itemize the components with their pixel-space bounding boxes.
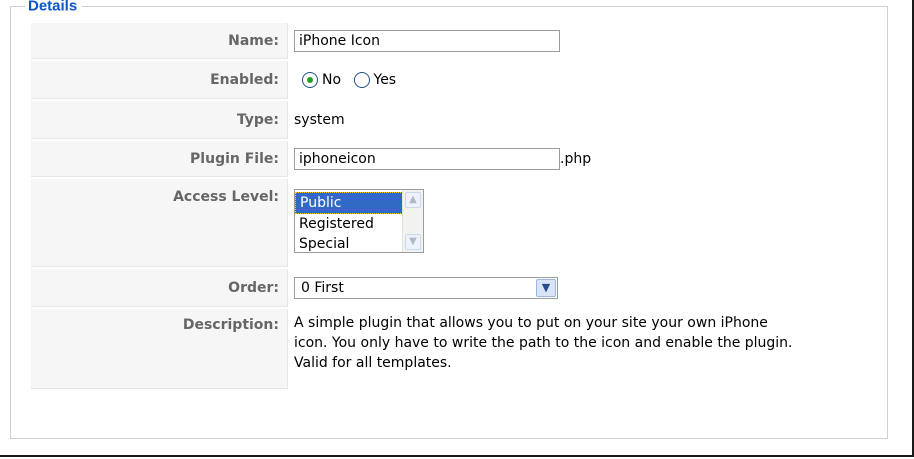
- details-fieldset: Details Name: Enabled: No Yes Type: syst…: [10, 0, 888, 439]
- access-option-special[interactable]: Special: [295, 234, 403, 254]
- enabled-no-label: No: [322, 72, 342, 88]
- order-row: Order: 0 First ▼: [31, 269, 862, 307]
- access-level-listbox[interactable]: Public Registered Special ▲ ▼: [294, 189, 424, 253]
- details-legend: Details: [25, 0, 83, 15]
- access-level-label: Access Level:: [31, 179, 288, 267]
- description-line: Valid for all templates.: [294, 355, 452, 371]
- plugin-file-label: Plugin File:: [31, 141, 288, 177]
- description-label: Description:: [31, 309, 288, 389]
- description-line: A simple plugin that allows you to put o…: [294, 315, 768, 331]
- enabled-no-radio[interactable]: [302, 72, 318, 88]
- enabled-row: Enabled: No Yes: [31, 61, 862, 99]
- access-option-public[interactable]: Public: [295, 192, 403, 214]
- enabled-yes-radio[interactable]: [353, 72, 370, 88]
- name-row: Name:: [31, 23, 862, 59]
- description-row: Description: A simple plugin that allows…: [31, 309, 862, 389]
- type-row: Type: system: [31, 101, 862, 139]
- name-input[interactable]: [294, 30, 560, 52]
- chevron-up-icon[interactable]: ▲: [405, 192, 421, 208]
- plugin-file-suffix: .php: [560, 151, 592, 167]
- chevron-down-icon[interactable]: ▼: [405, 234, 421, 250]
- description-line: icon. You only have to write the path to…: [294, 335, 793, 351]
- chevron-down-icon[interactable]: ▼: [536, 279, 556, 297]
- listbox-scrollbar[interactable]: ▲ ▼: [402, 190, 423, 252]
- type-label: Type:: [31, 101, 288, 139]
- description-text: A simple plugin that allows you to put o…: [294, 309, 862, 381]
- details-table: Name: Enabled: No Yes Type: system Plugi…: [31, 21, 862, 391]
- plugin-file-input[interactable]: [294, 148, 560, 170]
- enabled-yes-label: Yes: [373, 72, 397, 88]
- name-label: Name:: [31, 23, 288, 59]
- plugin-file-row: Plugin File: .php: [31, 141, 862, 177]
- order-label: Order:: [31, 269, 288, 307]
- order-selected-value: 0 First: [301, 280, 344, 296]
- access-level-row: Access Level: Public Registered Special …: [31, 179, 862, 267]
- type-value: system: [294, 112, 345, 128]
- order-select[interactable]: 0 First ▼: [294, 277, 558, 299]
- enabled-label: Enabled:: [31, 61, 288, 99]
- access-option-registered[interactable]: Registered: [295, 214, 403, 234]
